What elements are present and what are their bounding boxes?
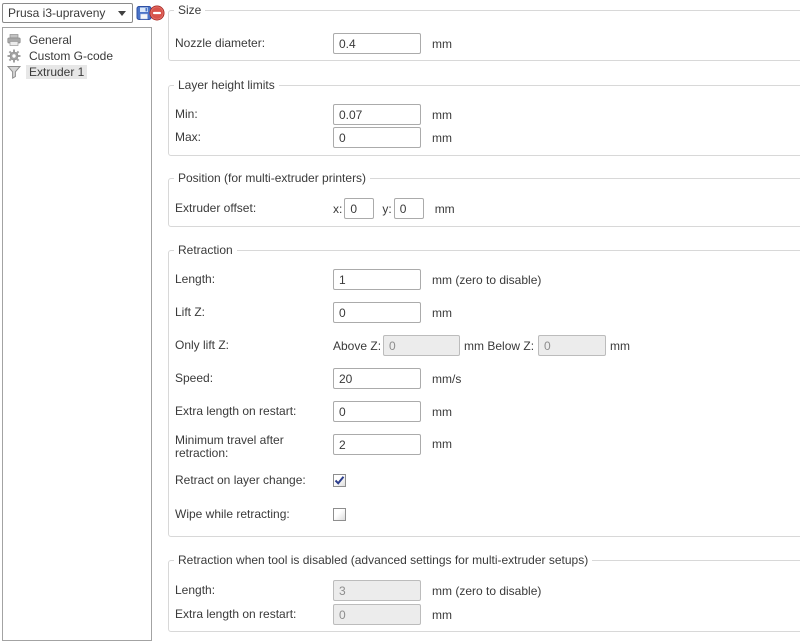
setting-row: Length: mm (zero to disable) xyxy=(175,580,541,601)
unit-label: mm xyxy=(432,131,452,145)
setting-label: Nozzle diameter: xyxy=(175,37,333,50)
check-icon xyxy=(334,475,345,486)
extruder-offset-y-input[interactable] xyxy=(394,198,424,219)
setting-row: Only lift Z: Above Z: mm Below Z: mm xyxy=(175,335,630,356)
setting-row: Extruder offset: x: y: mm xyxy=(175,198,455,219)
group-title: Retraction xyxy=(174,243,237,257)
unit-label: mm/s xyxy=(432,372,461,386)
unit-label: mm xyxy=(435,202,455,216)
retract-speed-input[interactable] xyxy=(333,368,421,389)
retract-lift-z-input[interactable] xyxy=(333,302,421,323)
group-title: Size xyxy=(174,3,205,17)
retract-min-travel-input[interactable] xyxy=(333,434,421,455)
setting-label: Length: xyxy=(175,584,333,597)
unit-label: mm xyxy=(432,434,452,455)
group-size: Size Nozzle diameter: mm xyxy=(168,10,800,61)
sidebar-item-label: Extruder 1 xyxy=(26,65,87,79)
extruder-offset-x-input[interactable] xyxy=(344,198,374,219)
setting-label: Extruder offset: xyxy=(175,202,333,215)
unit-label: mm xyxy=(432,405,452,419)
setting-label: Min: xyxy=(175,108,333,121)
group-layer-height-limits: Layer height limits Min: mm Max: mm xyxy=(168,85,800,156)
sidebar-item-label: General xyxy=(26,33,75,47)
retract-above-z-input xyxy=(383,335,460,356)
x-label: x: xyxy=(333,202,342,216)
unit-label: mm xyxy=(432,306,452,320)
settings-tree: General Custom G-code Extruder 1 xyxy=(2,27,152,641)
group-title: Position (for multi-extruder printers) xyxy=(174,171,370,185)
y-label: y: xyxy=(382,202,391,216)
setting-row: Minimum travel after retraction: mm xyxy=(175,434,452,461)
setting-row: Nozzle diameter: mm xyxy=(175,33,452,54)
max-layer-height-input[interactable] xyxy=(333,127,421,148)
min-layer-height-input[interactable] xyxy=(333,104,421,125)
setting-label: Retract on layer change: xyxy=(175,474,333,487)
setting-row: Lift Z: mm xyxy=(175,302,452,323)
setting-label: Length: xyxy=(175,273,333,286)
group-toolchange-retraction: Retraction when tool is disabled (advanc… xyxy=(168,560,800,632)
funnel-icon xyxy=(7,65,21,79)
setting-label: Max: xyxy=(175,131,333,144)
setting-row: Speed: mm/s xyxy=(175,368,461,389)
retract-layer-change-checkbox[interactable] xyxy=(333,474,346,487)
chevron-down-icon xyxy=(118,11,126,16)
sidebar-item-general[interactable]: General xyxy=(3,32,151,48)
unit-label: mm (zero to disable) xyxy=(432,273,541,287)
sidebar-item-label: Custom G-code xyxy=(26,49,116,63)
setting-row: Wipe while retracting: xyxy=(175,507,346,521)
setting-label: Minimum travel after retraction: xyxy=(175,434,333,460)
setting-label: Lift Z: xyxy=(175,306,333,319)
unit-label: mm (zero to disable) xyxy=(432,584,541,598)
unit-label: mm xyxy=(432,108,452,122)
sidebar-item-custom-gcode[interactable]: Custom G-code xyxy=(3,48,151,64)
red-minus-icon xyxy=(149,5,165,21)
printer-icon xyxy=(7,33,21,47)
unit-label: mm xyxy=(432,608,452,622)
retract-restart-extra-input[interactable] xyxy=(333,401,421,422)
setting-label: Extra length on restart: xyxy=(175,608,333,621)
setting-label: Speed: xyxy=(175,372,333,385)
toolchange-restart-extra-input xyxy=(333,604,421,625)
group-position: Position (for multi-extruder printers) E… xyxy=(168,178,800,227)
preset-select-value: Prusa i3-upraveny xyxy=(3,6,118,20)
setting-row: Min: mm xyxy=(175,104,452,125)
setting-row: Extra length on restart: mm xyxy=(175,604,452,625)
gear-icon xyxy=(7,49,21,63)
setting-row: Retract on layer change: xyxy=(175,473,346,487)
setting-row: Extra length on restart: mm xyxy=(175,401,452,422)
printer-settings-window: Prusa i3-upraveny General xyxy=(0,0,800,643)
nozzle-diameter-input[interactable] xyxy=(333,33,421,54)
retract-below-z-input xyxy=(538,335,606,356)
retract-length-input[interactable] xyxy=(333,269,421,290)
delete-preset-button[interactable] xyxy=(149,5,165,21)
above-z-label: Above Z: xyxy=(333,339,381,353)
group-title: Retraction when tool is disabled (advanc… xyxy=(174,553,592,567)
group-title: Layer height limits xyxy=(174,78,279,92)
setting-row: Max: mm xyxy=(175,127,452,148)
unit-label: mm xyxy=(432,37,452,51)
setting-row: Length: mm (zero to disable) xyxy=(175,269,541,290)
toolchange-retract-length-input xyxy=(333,580,421,601)
preset-select[interactable]: Prusa i3-upraveny xyxy=(2,3,133,23)
setting-label: Only lift Z: xyxy=(175,339,333,352)
wipe-checkbox[interactable] xyxy=(333,508,346,521)
group-retraction: Retraction Length: mm (zero to disable) … xyxy=(168,250,800,537)
setting-label: Extra length on restart: xyxy=(175,405,333,418)
below-z-label: mm Below Z: xyxy=(464,339,534,353)
setting-label: Wipe while retracting: xyxy=(175,508,333,521)
unit-label: mm xyxy=(610,339,630,353)
sidebar-item-extruder-1[interactable]: Extruder 1 xyxy=(3,64,151,80)
